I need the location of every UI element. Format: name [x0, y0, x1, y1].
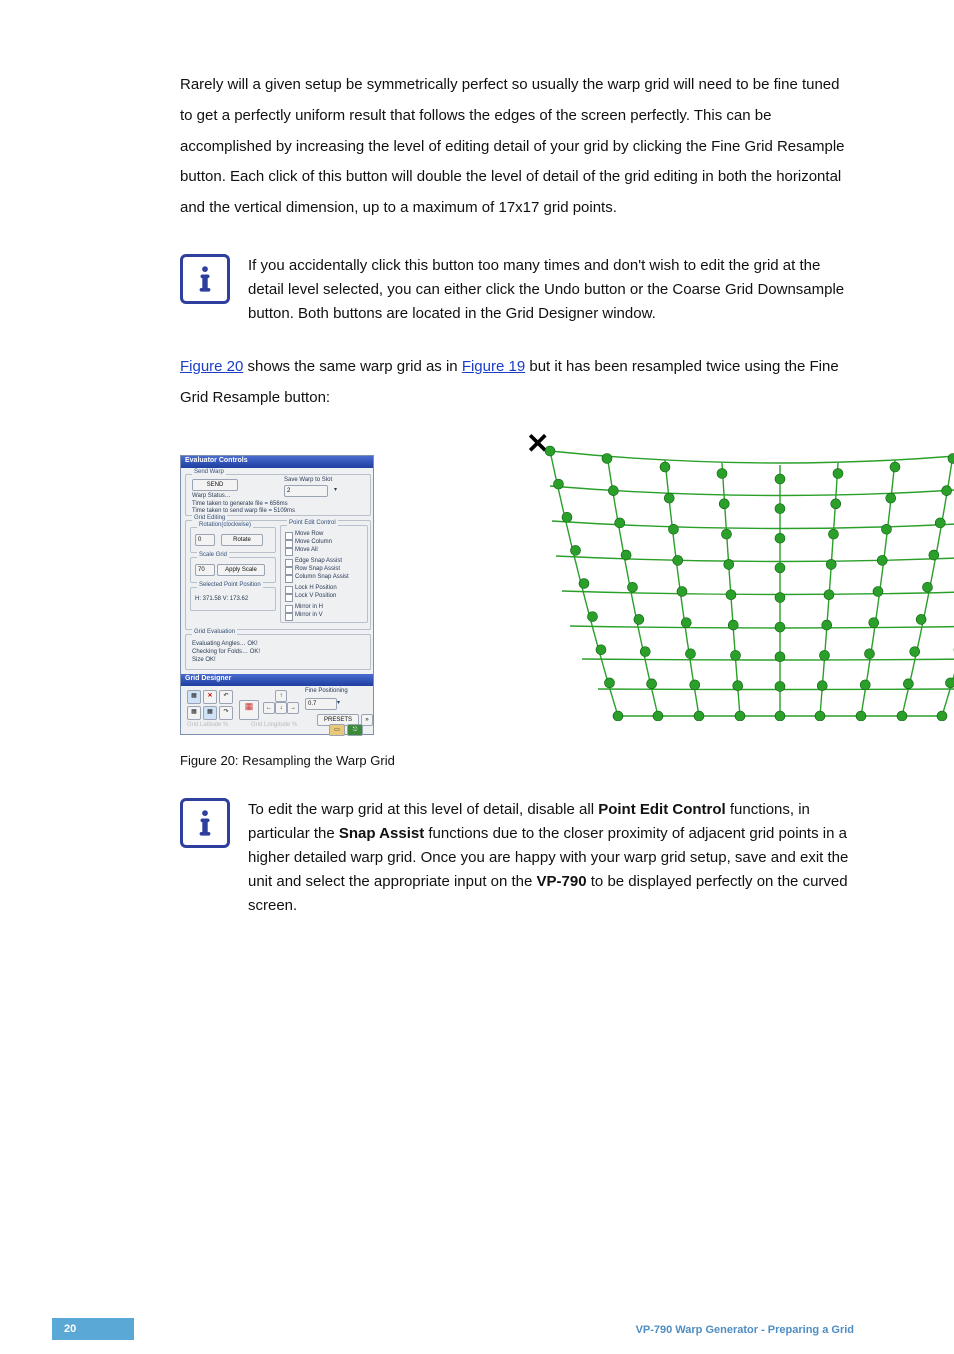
move-column-label: Move Column — [295, 539, 332, 545]
bold-vp790: VP-790 — [537, 873, 587, 890]
evaluator-controls-panel: Evaluator Controls Send Warp SEND Save W… — [180, 455, 374, 735]
rotate-button[interactable]: Rotate — [221, 534, 263, 546]
point-edit-control-label: Point Edit Control — [287, 520, 338, 526]
eval-angles-label: Evaluating Angles… OK! — [192, 641, 258, 647]
rotation-label: Rotation(clockwise) — [197, 522, 253, 528]
save-warp-label: Save Warp to Slot — [284, 477, 332, 483]
fine-resample-icon[interactable]: ▦ — [239, 700, 259, 720]
column-snap-label: Column Snap Assist — [295, 574, 349, 580]
arrow-up-icon[interactable]: ↑ — [275, 690, 287, 702]
info-icon — [180, 798, 230, 848]
paragraph-1: Rarely will a given setup be symmetrical… — [180, 70, 850, 224]
bold-point-edit: Point Edit Control — [598, 801, 725, 818]
figure-20-caption: Figure 20: Resampling the Warp Grid — [180, 753, 850, 768]
arrow-left-icon[interactable]: ← — [263, 702, 275, 714]
slot-select[interactable]: 2 — [284, 485, 328, 497]
fine-positioning-label: Fine Positioning — [305, 688, 348, 694]
send-time-label: Time taken to send warp file = 5109ms — [192, 508, 295, 514]
selected-point-label: Selected Point Position — [197, 582, 263, 588]
grid-designer-title: Grid Designer — [181, 674, 373, 686]
coarse-grid-icon[interactable]: ▦ — [187, 690, 201, 704]
warp-grid-visual — [540, 441, 954, 721]
grid-icon-2[interactable]: ▦ — [203, 706, 217, 720]
move-row-check[interactable] — [285, 532, 293, 540]
delete-icon[interactable]: ✕ — [203, 690, 217, 704]
rotate-value[interactable]: 0 — [195, 534, 215, 546]
tip-2-text: To edit the warp grid at this level of d… — [248, 798, 850, 918]
scale-value[interactable]: 70 — [195, 564, 215, 576]
chevron-down-icon-2[interactable]: ▾ — [337, 699, 340, 706]
mirror-v-check[interactable] — [285, 613, 293, 621]
column-snap-check[interactable] — [285, 575, 293, 583]
footer-title: VP-790 Warp Generator - Preparing a Grid — [636, 1324, 854, 1336]
arrow-right-icon[interactable]: → — [287, 702, 299, 714]
send-button[interactable]: SEND — [192, 479, 238, 491]
grid-evaluation-label: Grid Evaluation — [192, 629, 237, 635]
page-number: 20 — [52, 1318, 134, 1340]
redo-icon[interactable]: ↷ — [219, 706, 233, 720]
selected-point-value: H: 371.58 V: 173.62 — [195, 596, 248, 602]
save-icon[interactable]: ▭ — [329, 724, 345, 736]
warp-status-label: Warp Status… — [192, 493, 231, 499]
panel-title: Evaluator Controls — [181, 456, 373, 468]
para2-text-a: shows the same warp grid as in — [243, 358, 461, 375]
lock-v-check[interactable] — [285, 594, 293, 602]
mirror-h-label: Mirror in H — [295, 604, 323, 610]
chevron-down-icon[interactable]: ▾ — [334, 486, 337, 493]
figure-19-link[interactable]: Figure 19 — [462, 358, 525, 375]
lock-h-label: Lock H Position — [295, 585, 337, 591]
mirror-v-label: Mirror in V — [295, 612, 323, 618]
move-all-label: Move All — [295, 547, 318, 553]
bold-snap-assist: Snap Assist — [339, 825, 424, 842]
row-snap-check[interactable] — [285, 567, 293, 575]
size-ok-label: Size OK! — [192, 657, 216, 663]
edge-snap-check[interactable] — [285, 559, 293, 567]
tip-1-text: If you accidentally click this button to… — [248, 254, 850, 326]
exit-icon[interactable]: ⎋ — [347, 724, 363, 736]
edge-snap-label: Edge Snap Assist — [295, 558, 342, 564]
grid-icon-1[interactable]: ▦ — [187, 706, 201, 720]
check-folds-label: Checking for Folds… OK! — [192, 649, 260, 655]
move-column-check[interactable] — [285, 540, 293, 548]
undo-icon[interactable]: ↶ — [219, 690, 233, 704]
grid-latitude-label: Grid Latitude % — [187, 722, 228, 728]
figure-20-link[interactable]: Figure 20 — [180, 358, 243, 375]
paragraph-2: Figure 20 shows the same warp grid as in… — [180, 352, 850, 414]
tip-2: To edit the warp grid at this level of d… — [180, 798, 850, 918]
apply-scale-button[interactable]: Apply Scale — [217, 564, 265, 576]
grid-editing-label: Grid Editing — [192, 515, 227, 521]
figure-20: ✕ — [180, 437, 850, 768]
row-snap-label: Row Snap Assist — [295, 566, 340, 572]
page-footer: 20 VP-790 Warp Generator - Preparing a G… — [0, 1318, 954, 1354]
lock-h-check[interactable] — [285, 586, 293, 594]
grid-longitude-label: Grid Longitude % — [251, 722, 297, 728]
scale-grid-label: Scale Grid — [197, 552, 229, 558]
move-row-label: Move Row — [295, 531, 323, 537]
fine-positioning-value[interactable]: 0.7 — [305, 698, 337, 710]
lock-v-label: Lock V Position — [295, 593, 336, 599]
arrow-down-icon[interactable]: ↓ — [275, 702, 287, 714]
info-icon — [180, 254, 230, 304]
move-all-check[interactable] — [285, 548, 293, 556]
mirror-h-check[interactable] — [285, 605, 293, 613]
send-warp-label: Send Warp — [192, 469, 226, 475]
gen-time-label: Time taken to generate file = 656ms — [192, 501, 288, 507]
tip-1: If you accidentally click this button to… — [180, 254, 850, 326]
